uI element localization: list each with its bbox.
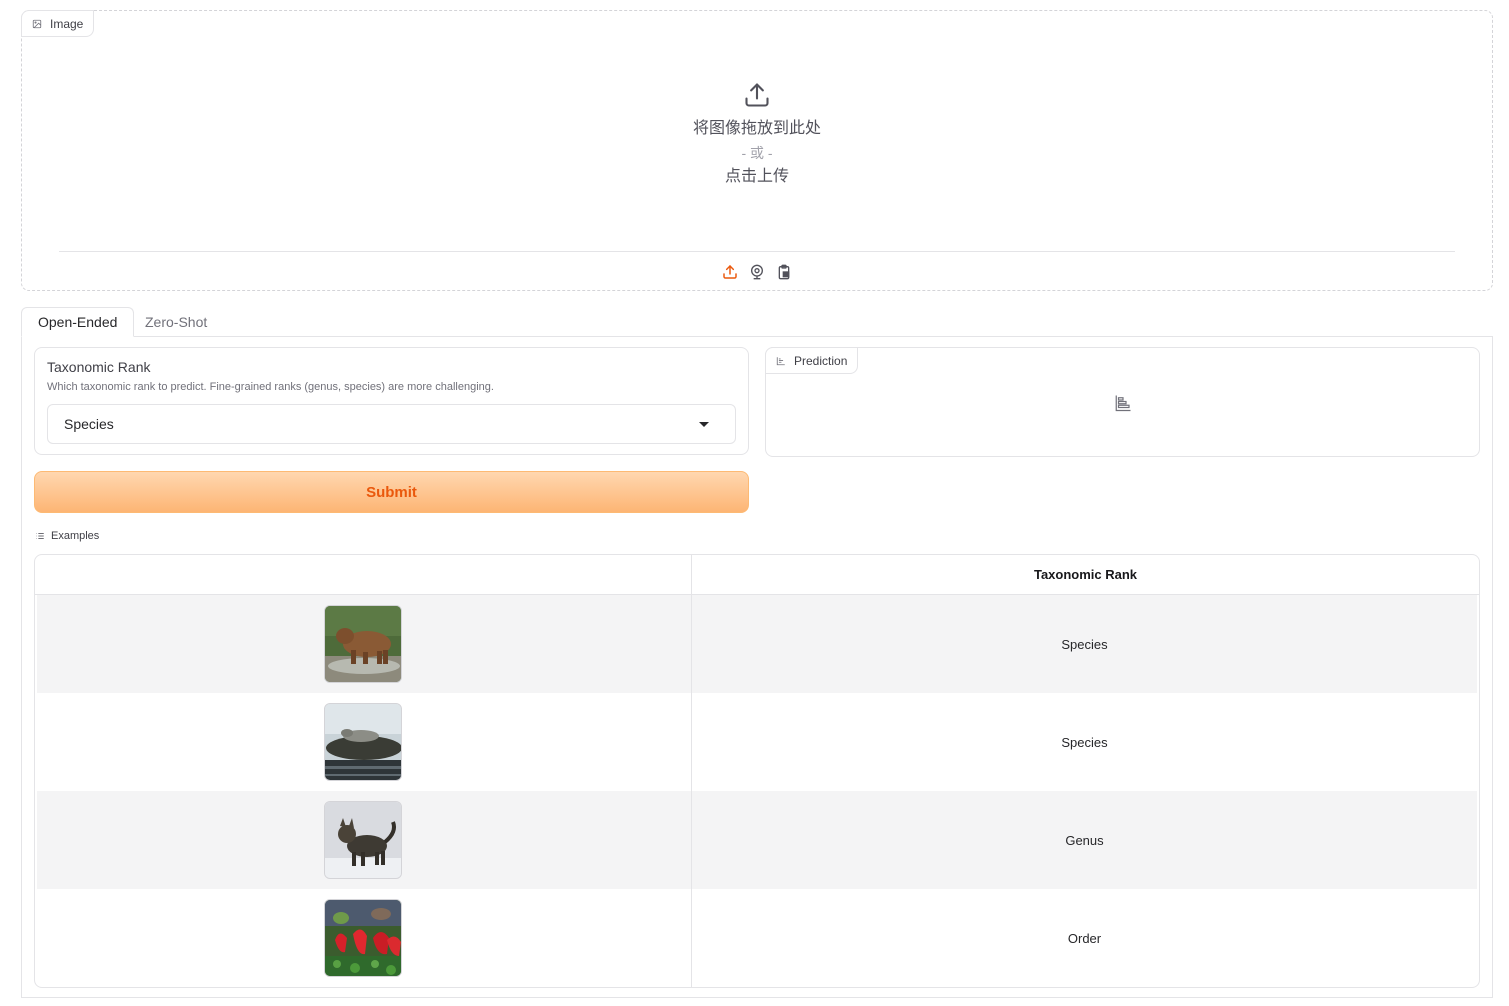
example-thumbnail-cat[interactable] — [324, 801, 402, 879]
source-selector — [22, 261, 1492, 283]
example-thumbnail-seal[interactable] — [324, 703, 402, 781]
upload-icon — [745, 83, 769, 107]
taxonomic-rank-info: Which taxonomic rank to predict. Fine-gr… — [47, 381, 494, 393]
seal-image — [325, 704, 401, 780]
prediction-label-text: Prediction — [794, 353, 848, 368]
example-rank-cell: Order — [1067, 930, 1102, 946]
image-block-label: Image — [21, 10, 95, 37]
examples-header: Examples — [35, 530, 99, 542]
prediction-block-label: Prediction — [765, 347, 859, 374]
example-thumbnail-bear[interactable] — [324, 605, 402, 683]
red-fungi-image — [325, 900, 401, 976]
example-row-seal[interactable]: Species — [37, 693, 1477, 791]
click-upload-text[interactable]: 点击上传 — [725, 165, 789, 189]
source-divider — [59, 251, 1455, 252]
examples-label: Examples — [51, 530, 100, 542]
upload-source-button[interactable] — [722, 264, 738, 280]
taxonomic-rank-dropdown[interactable]: Species — [47, 404, 736, 444]
image-icon — [32, 19, 42, 28]
prediction-block: Prediction — [765, 347, 1480, 457]
image-upload-block[interactable]: Image 将图像拖放到此处 - 或 - 点击上传 — [21, 10, 1493, 291]
submit-button[interactable]: Submit — [34, 471, 749, 513]
image-label-text: Image — [50, 16, 84, 31]
or-text: - 或 - — [741, 145, 773, 161]
taxonomic-rank-block: Taxonomic Rank Which taxonomic rank to p… — [34, 347, 749, 455]
example-rank-cell: Genus — [1065, 832, 1104, 848]
label-placeholder-icon — [1115, 395, 1131, 412]
example-thumbnail-fungi[interactable] — [324, 899, 402, 977]
table-header: Taxonomic Rank — [35, 555, 1479, 595]
drop-zone[interactable]: 将图像拖放到此处 - 或 - 点击上传 — [22, 81, 1492, 189]
example-row-cat[interactable]: Genus — [37, 791, 1477, 889]
webcam-icon — [751, 264, 763, 280]
tab-bar: Open-Ended Zero-Shot — [21, 307, 1493, 337]
taxonomic-rank-label: Taxonomic Rank — [47, 359, 151, 375]
cat-image — [325, 802, 401, 878]
column-header-rank: Taxonomic Rank — [1033, 567, 1138, 582]
clipboard-source-button[interactable] — [776, 264, 792, 280]
drop-text: 将图像拖放到此处 — [692, 120, 821, 137]
tab-open-ended[interactable]: Open-Ended — [21, 307, 135, 337]
webcam-source-button[interactable] — [749, 264, 765, 280]
tab-zero-shot[interactable]: Zero-Shot — [129, 307, 223, 337]
dropdown-value: Species — [64, 416, 114, 432]
example-row-bear[interactable]: Species — [37, 595, 1477, 693]
clipboard-icon — [778, 264, 790, 280]
examples-table: Taxonomic Rank Species Species Genus Ord… — [34, 554, 1480, 988]
example-rank-cell: Species — [1061, 636, 1108, 652]
bar-chart-icon — [776, 356, 785, 365]
upload-icon — [723, 265, 737, 279]
chevron-down-icon — [699, 422, 709, 427]
example-rank-cell: Species — [1061, 734, 1108, 750]
list-icon — [36, 533, 44, 539]
example-row-fungi[interactable]: Order — [37, 889, 1477, 987]
bear-image — [325, 606, 401, 682]
